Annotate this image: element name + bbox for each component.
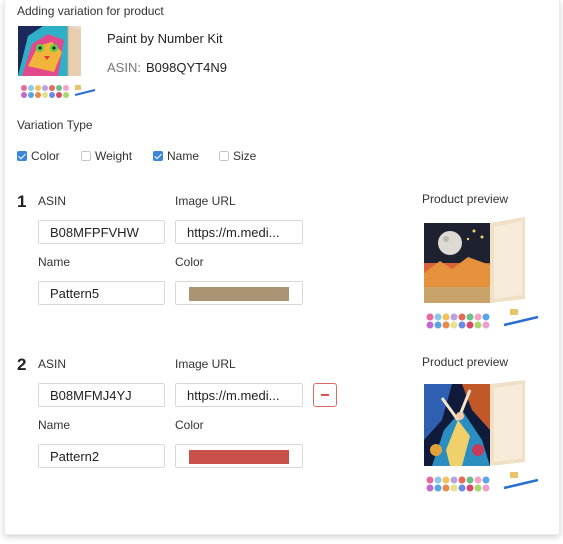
product-preview-image xyxy=(422,380,540,496)
variation-number: 1 xyxy=(17,192,27,211)
asin-field-label: ASIN xyxy=(38,194,67,208)
asin-input[interactable]: B08MFMJ4YJ xyxy=(38,383,165,407)
image-url-field-label: Image URL xyxy=(175,194,236,208)
color-swatch xyxy=(189,450,289,464)
cat-painting-icon xyxy=(18,26,81,76)
color-input[interactable] xyxy=(175,444,303,468)
asin-field-label: ASIN xyxy=(38,357,67,371)
name-field-label: Name xyxy=(38,255,71,269)
dancer-canvas-icon xyxy=(424,380,539,492)
color-swatch xyxy=(189,287,289,301)
color-input[interactable] xyxy=(175,281,303,305)
name-input[interactable]: Pattern5 xyxy=(38,281,165,305)
checkbox-weight-label: Weight xyxy=(95,149,133,163)
checkbox-name-box[interactable] xyxy=(153,151,163,161)
page-title: Adding variation for product xyxy=(17,4,164,18)
image-url-input[interactable]: https://m.medi... xyxy=(175,383,303,407)
product-preview-label: Product preview xyxy=(422,192,509,206)
image-url-field-label: Image URL xyxy=(175,357,236,371)
checkbox-color-label: Color xyxy=(31,149,60,163)
checkbox-color-box[interactable] xyxy=(17,151,27,161)
asin-input[interactable]: B08MFPFVHW xyxy=(38,220,165,244)
variation-number: 2 xyxy=(17,355,27,374)
remove-variation-button[interactable] xyxy=(313,383,337,407)
name-input[interactable]: Pattern2 xyxy=(38,444,165,468)
asin-label: ASIN: xyxy=(107,60,141,75)
variation-type-label: Variation Type xyxy=(17,118,93,132)
product-asin: B098QYT4N9 xyxy=(146,60,227,75)
moon-landscape-canvas-icon xyxy=(424,217,539,329)
product-preview-label: Product preview xyxy=(422,355,509,369)
product-preview-image xyxy=(422,217,540,333)
product-image xyxy=(18,26,81,76)
checkbox-weight-box[interactable] xyxy=(81,151,91,161)
name-field-label: Name xyxy=(38,418,71,432)
checkbox-size-box[interactable] xyxy=(219,151,229,161)
color-field-label: Color xyxy=(175,418,204,432)
color-field-label: Color xyxy=(175,255,204,269)
image-url-input[interactable]: https://m.medi... xyxy=(175,220,303,244)
product-name: Paint by Number Kit xyxy=(107,31,223,46)
paint-pots-icon xyxy=(19,83,97,99)
checkbox-name-label: Name xyxy=(167,149,200,163)
checkbox-size-label: Size xyxy=(233,149,257,163)
variation-panel: Adding variation for product Paint by Nu… xyxy=(4,0,560,535)
